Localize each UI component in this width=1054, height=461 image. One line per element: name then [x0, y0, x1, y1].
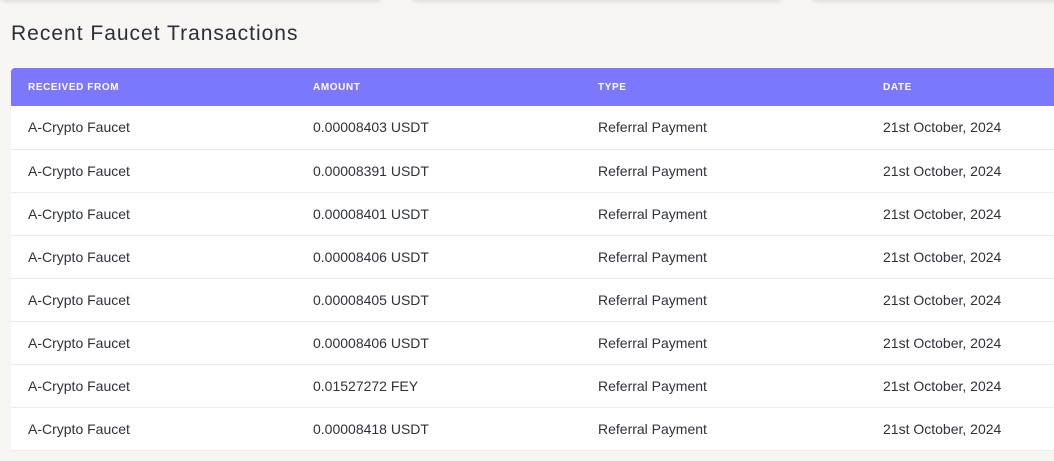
- cell-received-from: A-Crypto Faucet: [28, 205, 130, 222]
- cell-date: 21st October, 2024: [883, 334, 1002, 351]
- cell-type: Referral Payment: [598, 119, 707, 136]
- cell-received-from: A-Crypto Faucet: [28, 248, 130, 265]
- cell-type: Referral Payment: [598, 377, 707, 394]
- cell-received-from: A-Crypto Faucet: [28, 334, 130, 351]
- cell-type: Referral Payment: [598, 205, 707, 222]
- cell-date: 21st October, 2024: [883, 420, 1002, 437]
- transactions-table: RECEIVED FROM AMOUNT TYPE DATE A-Crypto …: [11, 68, 1054, 451]
- cell-amount: 0.00008406 USDT: [313, 334, 429, 351]
- cell-amount: 0.00008405 USDT: [313, 291, 429, 308]
- table-row: A-Crypto Faucet 0.01527272 FEY Referral …: [11, 364, 1054, 407]
- cell-received-from: A-Crypto Faucet: [28, 420, 130, 437]
- cell-type: Referral Payment: [598, 248, 707, 265]
- cell-date: 21st October, 2024: [883, 377, 1002, 394]
- cell-received-from: A-Crypto Faucet: [28, 119, 130, 136]
- cell-amount: 0.00008406 USDT: [313, 248, 429, 265]
- cell-type: Referral Payment: [598, 334, 707, 351]
- table-row: A-Crypto Faucet 0.00008418 USDT Referral…: [11, 407, 1054, 450]
- table-row: A-Crypto Faucet 0.00008405 USDT Referral…: [11, 278, 1054, 321]
- cell-date: 21st October, 2024: [883, 248, 1002, 265]
- cell-type: Referral Payment: [598, 420, 707, 437]
- cell-received-from: A-Crypto Faucet: [28, 162, 130, 179]
- cell-date: 21st October, 2024: [883, 162, 1002, 179]
- column-header-type: TYPE: [598, 81, 627, 93]
- cell-received-from: A-Crypto Faucet: [28, 291, 130, 308]
- table-row: A-Crypto Faucet 0.00008403 USDT Referral…: [11, 106, 1054, 149]
- cell-amount: 0.01527272 FEY: [313, 377, 419, 394]
- column-header-received-from: RECEIVED FROM: [28, 81, 120, 93]
- transactions-table-container: RECEIVED FROM AMOUNT TYPE DATE A-Crypto …: [11, 68, 1054, 451]
- cell-type: Referral Payment: [598, 162, 707, 179]
- cell-amount: 0.00008403 USDT: [313, 119, 429, 136]
- cell-amount: 0.00008401 USDT: [313, 205, 429, 222]
- column-header-amount: AMOUNT: [313, 81, 361, 93]
- table-row: A-Crypto Faucet 0.00008406 USDT Referral…: [11, 321, 1054, 364]
- table-row: A-Crypto Faucet 0.00008406 USDT Referral…: [11, 235, 1054, 278]
- cell-date: 21st October, 2024: [883, 119, 1002, 136]
- cell-date: 21st October, 2024: [883, 205, 1002, 222]
- section-title: Recent Faucet Transactions: [11, 22, 299, 45]
- table-header-row: RECEIVED FROM AMOUNT TYPE DATE: [11, 68, 1054, 106]
- cell-received-from: A-Crypto Faucet: [28, 377, 130, 394]
- cell-date: 21st October, 2024: [883, 291, 1002, 308]
- table-row: A-Crypto Faucet 0.00008401 USDT Referral…: [11, 192, 1054, 235]
- cell-amount: 0.00008418 USDT: [313, 420, 429, 437]
- column-header-date: DATE: [883, 81, 912, 93]
- cell-amount: 0.00008391 USDT: [313, 162, 429, 179]
- table-row: A-Crypto Faucet 0.00008391 USDT Referral…: [11, 149, 1054, 192]
- cell-type: Referral Payment: [598, 291, 707, 308]
